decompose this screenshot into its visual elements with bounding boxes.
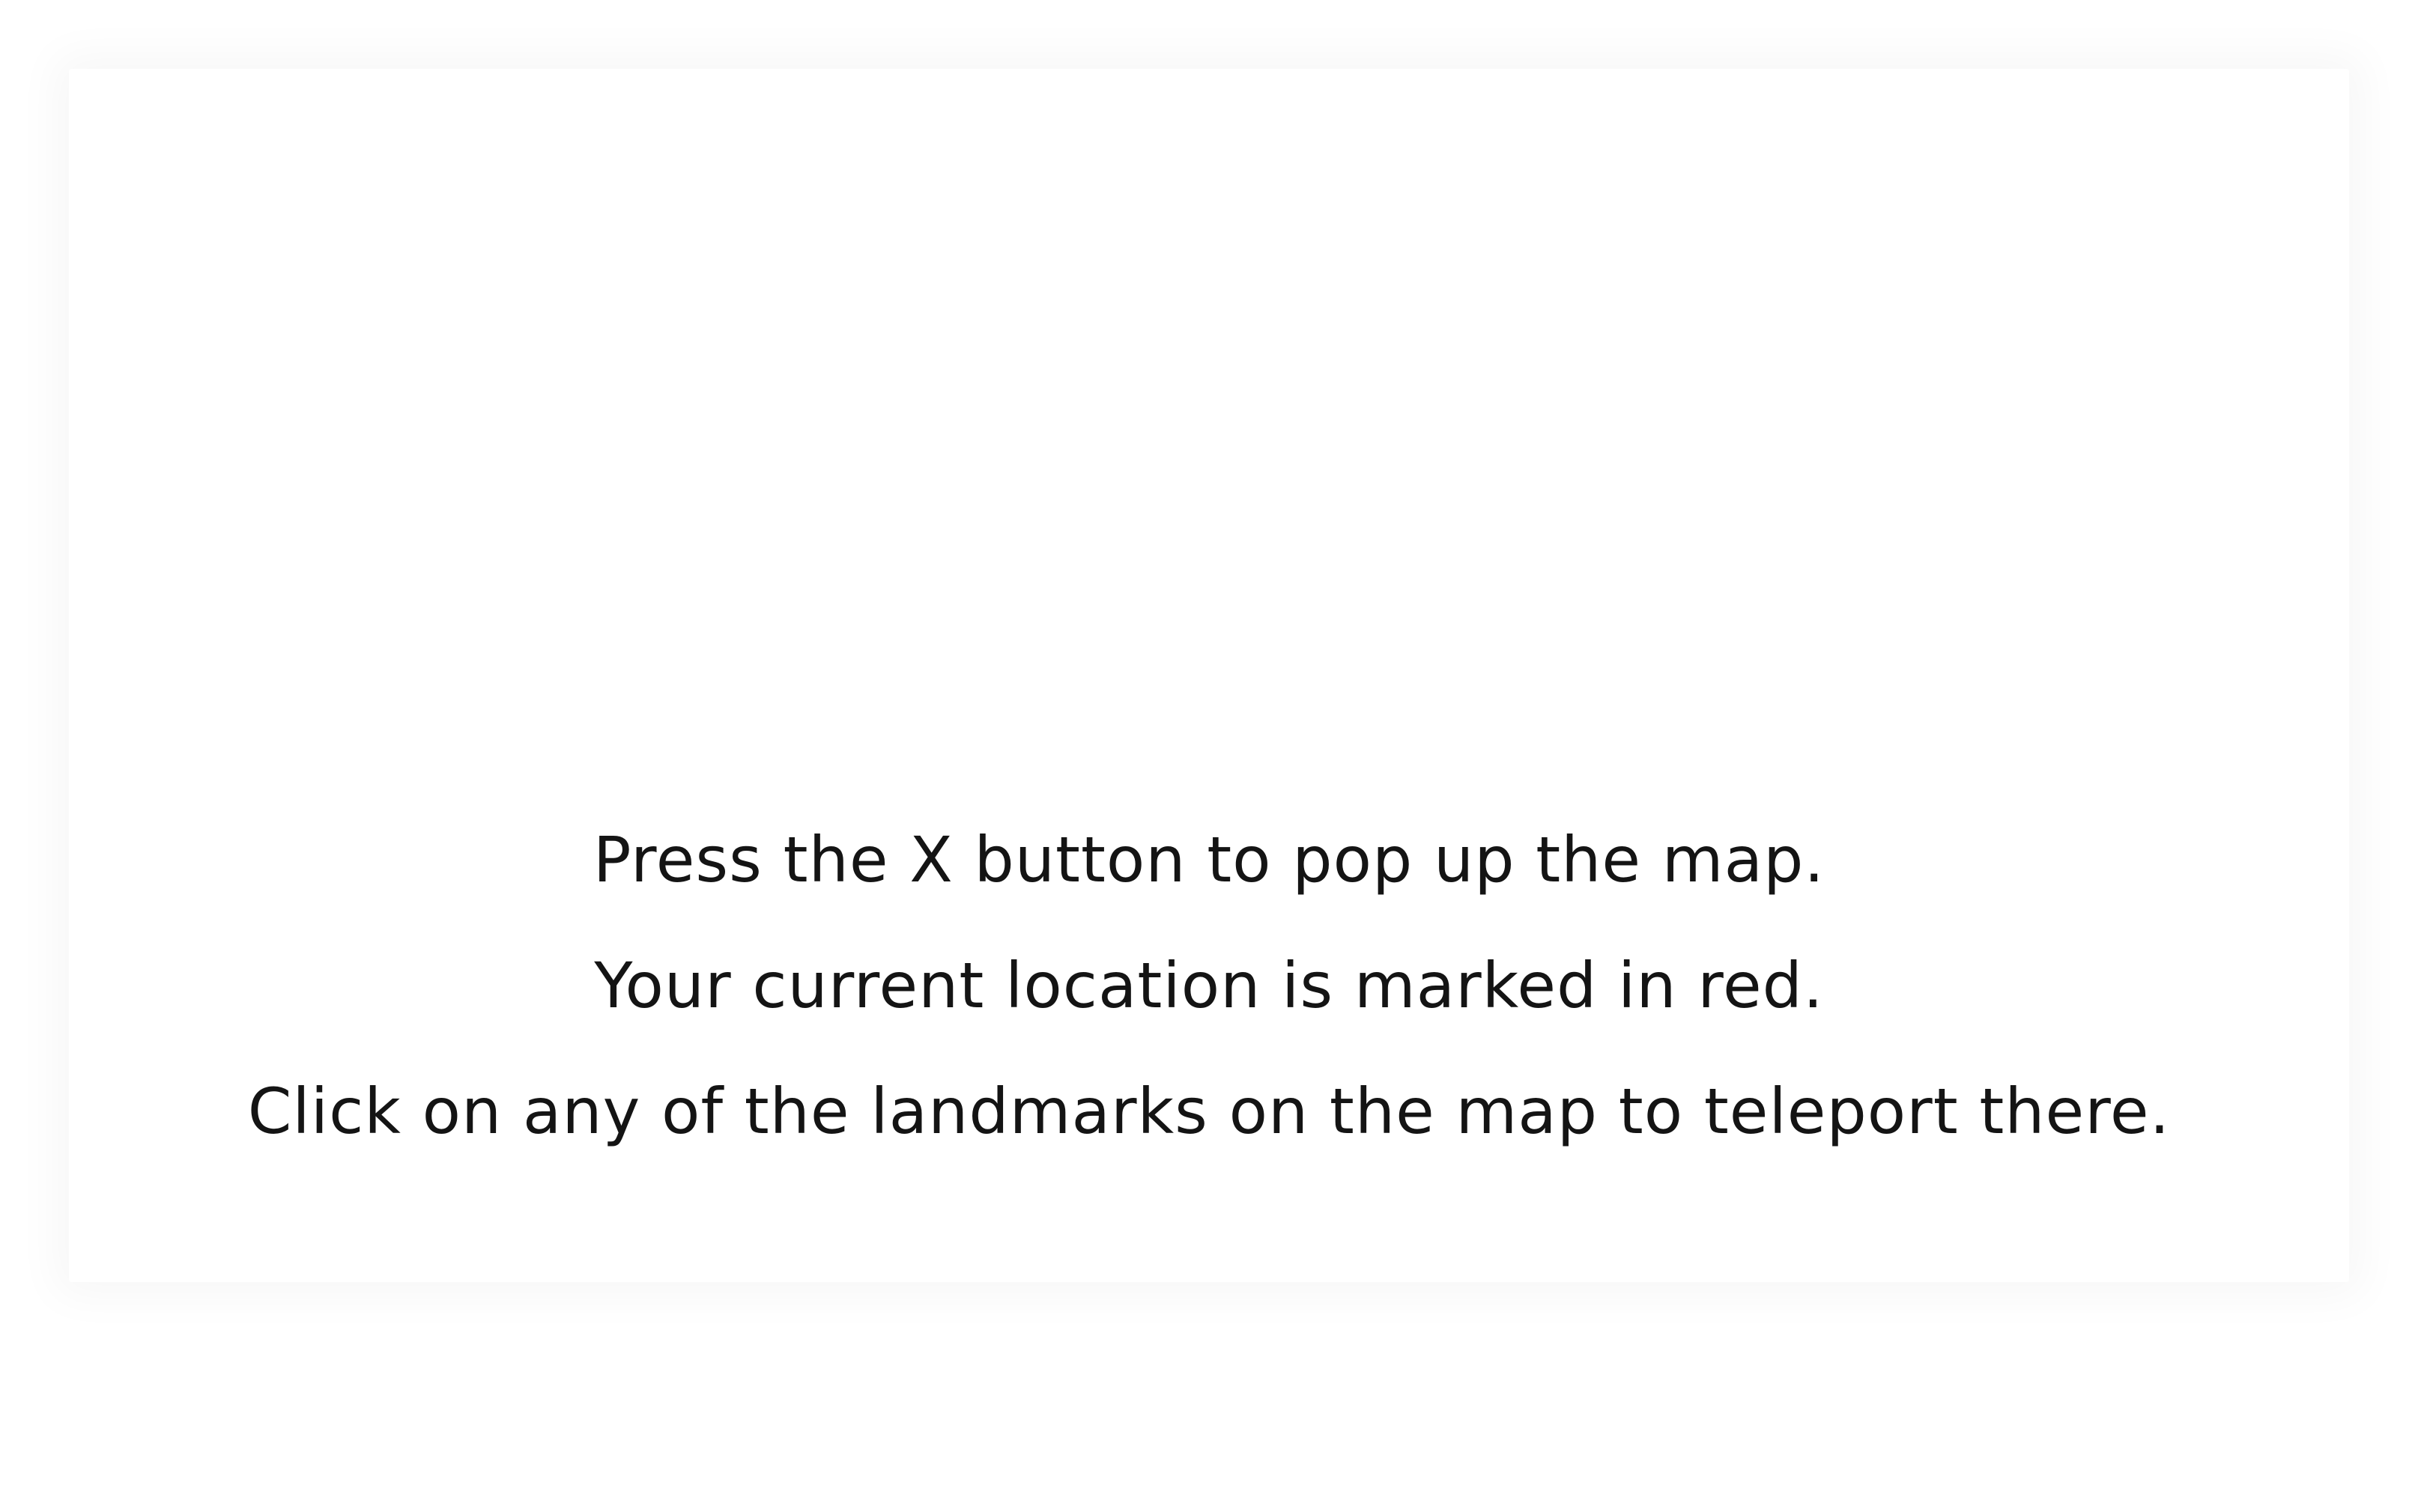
instruction-line-current-location: Your current location is marked in red. <box>594 949 1824 1022</box>
instruction-line-map-key: Press the X button to pop up the map. <box>593 823 1825 896</box>
game-screen: Press the X button to pop up the map. Yo… <box>0 0 2418 1512</box>
instructions-text-block: Press the X button to pop up the map. Yo… <box>0 797 2418 1174</box>
instruction-line-teleport: Click on any of the landmarks on the map… <box>247 1075 2171 1148</box>
